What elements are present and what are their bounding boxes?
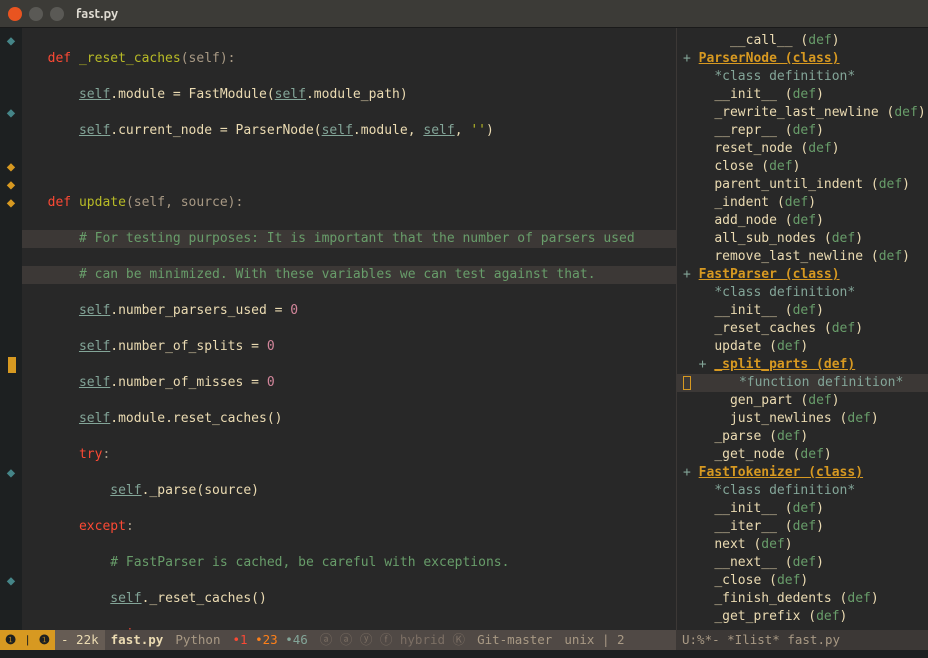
modeline-left: ❶ ❘ ❶ - 22k fast.py Python •1 •23 •46 ⓐ …	[0, 630, 676, 650]
outline-item[interactable]: gen_part (def)	[683, 392, 922, 410]
titlebar: fast.py	[0, 0, 928, 28]
outline-item[interactable]: __init__ (def)	[683, 500, 922, 518]
outline-item[interactable]: _close (def)	[683, 572, 922, 590]
outline-item[interactable]: add_node (def)	[683, 212, 922, 230]
outline-item[interactable]: *class definition*	[683, 482, 922, 500]
outline-item[interactable]: _reset_caches (def)	[683, 320, 922, 338]
modeline: ❶ ❘ ❶ - 22k fast.py Python •1 •23 •46 ⓐ …	[0, 630, 928, 650]
outline-item[interactable]: *class definition*	[683, 68, 922, 86]
buffer-name[interactable]: fast.py	[105, 630, 170, 650]
outline-item[interactable]: _get_prefix (def)	[683, 608, 922, 626]
outline-item[interactable]: parent_until_indent (def)	[683, 176, 922, 194]
gutter-dot: ◆	[0, 572, 22, 590]
outline-item[interactable]: _get_node (def)	[683, 446, 922, 464]
outline-item[interactable]: __iter__ (def)	[683, 518, 922, 536]
outline-item[interactable]: update (def)	[683, 338, 922, 356]
outline-item[interactable]: remove_last_newline (def)	[683, 248, 922, 266]
outline-item[interactable]: reset_node (def)	[683, 140, 922, 158]
window-title: fast.py	[76, 7, 118, 21]
outline-panel[interactable]: __call__ (def)+ ParserNode (class) *clas…	[676, 28, 928, 630]
outline-item[interactable]: __next__ (def)	[683, 554, 922, 572]
outline-item[interactable]: __init__ (def)	[683, 302, 922, 320]
buffer-info: - 22k	[55, 630, 105, 650]
outline-item[interactable]: + ParserNode (class)	[683, 50, 922, 68]
outline-item[interactable]: + FastParser (class)	[683, 266, 922, 284]
outline-item[interactable]: + FastTokenizer (class)	[683, 464, 922, 482]
err-count: •1	[232, 632, 247, 647]
outline-item[interactable]: close (def)	[683, 158, 922, 176]
minor-modes: ⓐ ⓐ ⓨ ⓕ hybrid Ⓚ	[314, 630, 471, 650]
workspace: ◆ ◆ ◆ ◆ ◆ ◆ ◆ def _reset_caches(self): s…	[0, 28, 928, 630]
major-mode[interactable]: Python	[169, 630, 226, 650]
outline-item[interactable]: next (def)	[683, 536, 922, 554]
outline-item[interactable]: + _split_parts (def)	[683, 356, 922, 374]
cursor-indicator	[0, 356, 22, 374]
modeline-right: U:%*- *Ilist* fast.py	[676, 630, 928, 650]
outline-item[interactable]: __repr__ (def)	[683, 122, 922, 140]
gutter-dot: ◆	[0, 194, 22, 212]
keyword: def	[48, 51, 71, 66]
gutter-dot: ◆	[0, 104, 22, 122]
outline-item[interactable]: *function definition*	[677, 374, 928, 392]
outline-item[interactable]: _rewrite_last_newline (def)	[683, 104, 922, 122]
gutter-dot: ◆	[0, 176, 22, 194]
flycheck-warn[interactable]: ❶ ❘ ❶	[0, 630, 55, 650]
outline-item[interactable]: __call__ (def)	[683, 32, 922, 50]
func-name: _reset_caches	[79, 51, 181, 66]
warn-count: •23	[255, 632, 278, 647]
gutter-dot: ◆	[0, 158, 22, 176]
outline-item[interactable]: just_newlines (def)	[683, 410, 922, 428]
gutter-dot: ◆	[0, 464, 22, 482]
vc-branch[interactable]: Git-master	[471, 630, 558, 650]
close-icon[interactable]	[8, 7, 22, 21]
outline-item[interactable]: _finish_dedents (def)	[683, 590, 922, 608]
minibuffer[interactable]	[0, 650, 928, 658]
code-editor[interactable]: def _reset_caches(self): self.module = F…	[22, 28, 676, 630]
outline-item[interactable]: *class definition*	[683, 284, 922, 302]
gutter: ◆ ◆ ◆ ◆ ◆ ◆ ◆	[0, 28, 22, 630]
outline-item[interactable]: all_sub_nodes (def)	[683, 230, 922, 248]
maximize-icon[interactable]	[50, 7, 64, 21]
outline-item[interactable]: _indent (def)	[683, 194, 922, 212]
window-controls	[8, 7, 64, 21]
info-count: •46	[285, 632, 308, 647]
outline-cursor-icon	[683, 376, 691, 390]
minimize-icon[interactable]	[29, 7, 43, 21]
outline-item[interactable]: __init__ (def)	[683, 86, 922, 104]
encoding: unix | 2	[558, 630, 630, 650]
outline-item[interactable]: _parse (def)	[683, 428, 922, 446]
gutter-dot: ◆	[0, 32, 22, 50]
